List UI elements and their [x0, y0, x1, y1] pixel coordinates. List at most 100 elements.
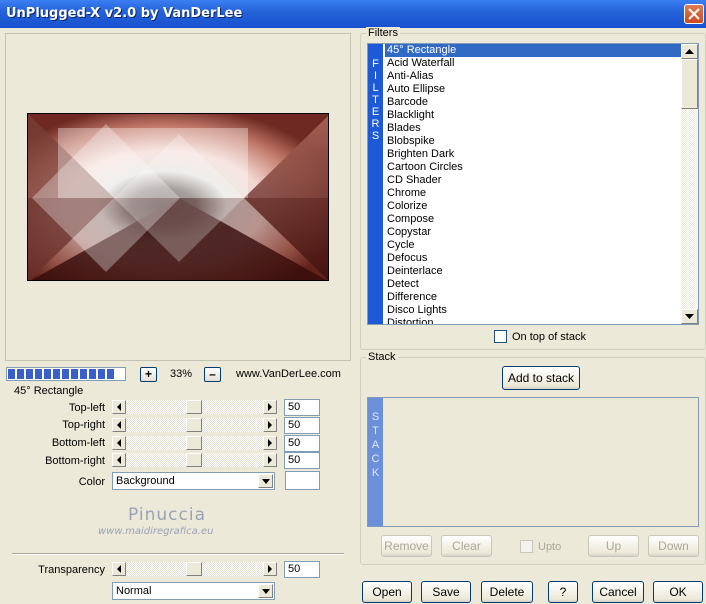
side-letter: F: [372, 58, 379, 70]
list-item[interactable]: Barcode: [385, 96, 681, 109]
preview-image[interactable]: [27, 113, 329, 281]
list-item[interactable]: Disco Lights: [385, 304, 681, 317]
list-item[interactable]: Acid Waterfall: [385, 57, 681, 70]
stack-list[interactable]: STACK: [367, 397, 699, 527]
separator: [12, 553, 344, 555]
arrow-left-icon: [117, 403, 121, 411]
color-select[interactable]: Background: [112, 472, 275, 490]
color-swatch[interactable]: [285, 471, 320, 490]
side-letter: S: [371, 411, 380, 423]
stack-side-strip: STACK: [368, 398, 383, 526]
ok-button[interactable]: OK: [653, 581, 703, 603]
bottom-right-value[interactable]: 50: [284, 452, 320, 469]
watermark-url: www.maidiregrafica.eu: [98, 526, 214, 537]
list-item[interactable]: Anti-Alias: [385, 70, 681, 83]
list-item[interactable]: Cycle: [385, 239, 681, 252]
list-item[interactable]: 45° Rectangle: [385, 44, 681, 57]
slider-label-bottom-right: Bottom-right: [45, 455, 105, 467]
preview-panel: [5, 33, 351, 361]
scroll-up-button[interactable]: [681, 44, 698, 59]
filters-list[interactable]: FILTERS 45° Rectangle Acid Waterfall Anti-…: [367, 43, 699, 325]
title-bar: UnPlugged-X v2.0 by VanDerLee: [0, 0, 706, 28]
arrow-right-icon: [268, 421, 272, 429]
zoom-out-button[interactable]: –: [204, 367, 221, 382]
bottom-left-value[interactable]: 50: [284, 435, 320, 452]
close-icon: [688, 8, 700, 20]
arrow-left-icon: [117, 565, 121, 573]
slider-label-top-left: Top-left: [68, 402, 105, 414]
list-item[interactable]: Compose: [385, 213, 681, 226]
list-item[interactable]: Deinterlace: [385, 265, 681, 278]
slider-bottom-right[interactable]: [112, 453, 277, 467]
slider-label-bottom-left: Bottom-left: [51, 437, 105, 449]
list-item[interactable]: Auto Ellipse: [385, 83, 681, 96]
cancel-button[interactable]: Cancel: [592, 581, 644, 603]
save-button[interactable]: Save: [421, 581, 471, 603]
arrow-up-icon: [685, 49, 694, 54]
website-link[interactable]: www.VanDerLee.com: [236, 368, 341, 380]
side-letter: T: [372, 94, 379, 106]
transparency-value[interactable]: 50: [284, 561, 320, 578]
slider-label-top-right: Top-right: [62, 419, 105, 431]
list-item[interactable]: Blobspike: [385, 135, 681, 148]
list-item[interactable]: Colorize: [385, 200, 681, 213]
transparency-label: Transparency: [38, 564, 105, 576]
down-button[interactable]: Down: [648, 535, 699, 557]
zoom-level: 33%: [170, 368, 193, 380]
side-letter: I: [373, 70, 378, 82]
side-letter: S: [371, 130, 380, 142]
filters-scrollbar[interactable]: [681, 44, 698, 324]
list-item[interactable]: Cartoon Circles: [385, 161, 681, 174]
open-button[interactable]: Open: [362, 581, 412, 603]
filter-settings-label: 45° Rectangle: [12, 385, 86, 397]
slider-bottom-left[interactable]: [112, 436, 277, 450]
add-to-stack-button[interactable]: Add to stack: [502, 366, 580, 390]
filters-label: Filters: [366, 27, 400, 39]
close-button[interactable]: [684, 4, 704, 24]
top-right-value[interactable]: 50: [284, 417, 320, 434]
up-button[interactable]: Up: [588, 535, 639, 557]
arrow-left-icon: [117, 456, 121, 464]
clear-button[interactable]: Clear: [441, 535, 492, 557]
upto-checkbox[interactable]: [520, 540, 533, 553]
color-select-value: Background: [116, 475, 175, 487]
arrow-right-icon: [268, 565, 272, 573]
scroll-thumb[interactable]: [681, 59, 698, 109]
window-title: UnPlugged-X v2.0 by VanDerLee: [6, 6, 243, 21]
list-item[interactable]: Copystar: [385, 226, 681, 239]
side-letter: E: [371, 106, 380, 118]
arrow-right-icon: [268, 403, 272, 411]
delete-button[interactable]: Delete: [481, 581, 533, 603]
list-item[interactable]: Brighten Dark: [385, 148, 681, 161]
list-item[interactable]: Defocus: [385, 252, 681, 265]
help-button[interactable]: ?: [548, 581, 578, 603]
filters-side-strip: FILTERS: [368, 44, 383, 324]
list-item[interactable]: Blades: [385, 122, 681, 135]
list-item[interactable]: CD Shader: [385, 174, 681, 187]
scroll-down-button[interactable]: [681, 309, 698, 324]
remove-button[interactable]: Remove: [381, 535, 432, 557]
slider-thumb: [186, 436, 202, 450]
side-letter: C: [371, 453, 380, 465]
slider-top-left[interactable]: [112, 400, 277, 414]
list-item[interactable]: Chrome: [385, 187, 681, 200]
slider-top-right[interactable]: [112, 418, 277, 432]
progress-bar: [6, 367, 126, 381]
blend-mode-select[interactable]: Normal: [112, 582, 275, 600]
arrow-right-icon: [268, 456, 272, 464]
list-item[interactable]: Difference: [385, 291, 681, 304]
side-letter: A: [371, 439, 380, 451]
upto-label: Upto: [538, 541, 562, 553]
side-letter: K: [371, 467, 380, 479]
slider-thumb: [186, 400, 202, 414]
arrow-down-icon: [685, 314, 694, 319]
zoom-in-button[interactable]: +: [140, 367, 157, 382]
list-item[interactable]: Blacklight: [385, 109, 681, 122]
list-item[interactable]: Detect: [385, 278, 681, 291]
on-top-checkbox[interactable]: [494, 330, 507, 343]
color-label: Color: [78, 476, 105, 488]
slider-transparency[interactable]: [112, 562, 277, 576]
top-left-value[interactable]: 50: [284, 399, 320, 416]
list-item[interactable]: Distortion: [385, 317, 681, 324]
blend-mode-value: Normal: [116, 585, 152, 597]
